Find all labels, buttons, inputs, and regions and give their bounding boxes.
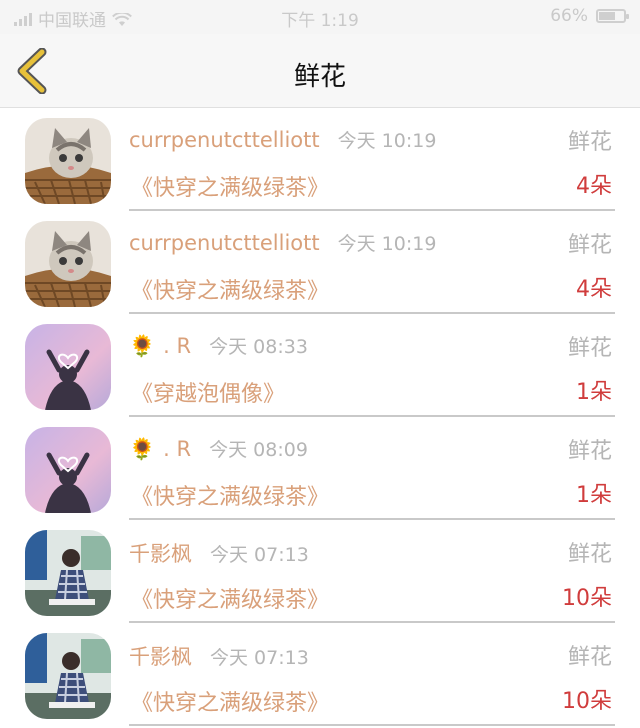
book-title-link[interactable]: 《快穿之满级绿茶》 bbox=[131, 170, 329, 202]
timestamp: 今天 07:13 bbox=[210, 647, 309, 669]
timestamp: 今天 07:13 bbox=[210, 544, 309, 566]
book-title-link[interactable]: 《穿越泡偶像》 bbox=[131, 376, 285, 408]
flower-count: 10朵 bbox=[562, 586, 612, 611]
flower-count: 4朵 bbox=[576, 277, 612, 302]
status-bar: 中国联通 下午 1:19 66% bbox=[0, 0, 640, 34]
sender-name[interactable]: 千影枫 今天 07:13 bbox=[129, 641, 309, 671]
timestamp: 今天 10:19 bbox=[337, 130, 437, 152]
timestamp: 今天 10:19 bbox=[337, 233, 437, 255]
list-item[interactable]: currpenutcttelliott 今天 10:19 鲜花《快穿之满级绿茶》 4朵 bbox=[0, 108, 640, 211]
list-item[interactable]: 千影枫 今天 07:13 鲜花《快穿之满级绿茶》 10朵 bbox=[0, 623, 640, 726]
divider bbox=[129, 724, 615, 726]
flower-record-list: currpenutcttelliott 今天 10:19 鲜花 《快穿之满级绿茶》 4朵… bbox=[0, 108, 640, 726]
avatar[interactable] bbox=[25, 427, 111, 513]
page-title: 鲜花 bbox=[293, 62, 346, 92]
sender-name[interactable]: 🌻 . R 今天 08:33 bbox=[129, 332, 308, 359]
sender-name-text: . R bbox=[163, 334, 192, 358]
sender-name-text: . R bbox=[163, 437, 192, 461]
timestamp: 今天 08:09 bbox=[209, 439, 308, 461]
avatar[interactable] bbox=[25, 530, 111, 616]
sender-name-text: currpenutcttelliott bbox=[129, 128, 320, 152]
sender-name-text: currpenutcttelliott bbox=[129, 231, 320, 255]
avatar[interactable] bbox=[25, 324, 111, 410]
sunflower-icon: 🌻 bbox=[129, 334, 156, 358]
list-item[interactable]: 千影枫 今天 07:13 鲜花《快穿之满级绿茶》 10朵 bbox=[0, 520, 640, 623]
flower-count: 1朵 bbox=[576, 483, 612, 508]
book-title-link[interactable]: 《快穿之满级绿茶》 bbox=[131, 685, 329, 717]
book-title-link[interactable]: 《快穿之满级绿茶》 bbox=[131, 582, 329, 614]
avatar[interactable] bbox=[25, 221, 111, 307]
battery-group: 66% bbox=[550, 6, 629, 26]
sender-name[interactable]: 🌻 . R 今天 08:09 bbox=[129, 435, 308, 462]
gift-type: 鲜花 bbox=[567, 233, 612, 258]
gift-type: 鲜花 bbox=[567, 439, 612, 464]
list-item[interactable]: currpenutcttelliott 今天 10:19 鲜花《快穿之满级绿茶》 4朵 bbox=[0, 211, 640, 314]
list-item[interactable]: 🌻 . R 今天 08:33 鲜花《穿越泡偶像》 1朵 bbox=[0, 314, 640, 417]
list-item[interactable]: 🌻 . R 今天 08:09 鲜花《快穿之满级绿茶》 1朵 bbox=[0, 417, 640, 520]
sunflower-icon: 🌻 bbox=[129, 437, 156, 461]
avatar[interactable] bbox=[25, 118, 111, 204]
status-time: 下午 1:19 bbox=[281, 11, 359, 31]
book-title-link[interactable]: 《快穿之满级绿茶》 bbox=[131, 273, 329, 305]
nav-bar: 鲜花 bbox=[0, 34, 640, 108]
sender-name-text: 千影枫 bbox=[129, 645, 192, 669]
gift-type: 鲜花 bbox=[567, 336, 612, 361]
battery-percent: 66% bbox=[550, 6, 588, 26]
gift-type: 鲜花 bbox=[567, 645, 612, 670]
avatar[interactable] bbox=[25, 633, 111, 719]
flower-count: 4朵 bbox=[576, 174, 612, 199]
sender-name[interactable]: currpenutcttelliott 今天 10:19 bbox=[129, 126, 436, 153]
gift-type: 鲜花 bbox=[567, 130, 612, 155]
book-title-link[interactable]: 《快穿之满级绿茶》 bbox=[131, 479, 329, 511]
sender-name-text: 千影枫 bbox=[129, 542, 192, 566]
sender-name[interactable]: 千影枫 今天 07:13 bbox=[129, 538, 309, 568]
sender-name[interactable]: currpenutcttelliott 今天 10:19 bbox=[129, 229, 436, 256]
timestamp: 今天 08:33 bbox=[209, 336, 308, 358]
flower-count: 1朵 bbox=[576, 380, 612, 405]
flower-count: 10朵 bbox=[562, 689, 612, 714]
battery-icon bbox=[596, 9, 629, 23]
gift-type: 鲜花 bbox=[567, 542, 612, 567]
